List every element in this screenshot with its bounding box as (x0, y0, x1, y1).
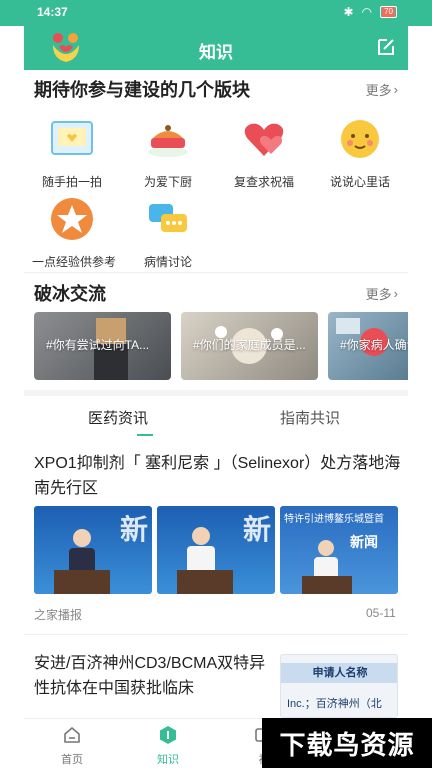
more-link[interactable]: 更多 › (366, 80, 398, 99)
icebreak-section-header: 破冰交流 更多 › (34, 280, 398, 306)
more-label: 更多 (365, 82, 392, 98)
module-label: 随手拍一拍 (41, 175, 102, 189)
edit-icon[interactable] (376, 37, 396, 57)
status-time: 14:37 (37, 5, 68, 19)
status-icons: ✱ ◠ 70 (344, 5, 397, 19)
article-title-line: 安进/百济神州CD3/BCMA双特异 (34, 655, 266, 672)
module-item-photo[interactable]: 随手拍一拍 (32, 116, 112, 190)
wifi-icon: ◠ (361, 5, 373, 19)
section-divider (24, 390, 408, 396)
tab-medical-news[interactable]: 医药资讯 (88, 407, 148, 428)
thumbnail-overlay-text: 特许引进博鳌乐城暨首 (284, 514, 384, 525)
watermark: 下载鸟资源 (262, 718, 432, 768)
content-tabs: 医药资讯 指南共识 (24, 400, 408, 440)
module-item-talk[interactable]: 说说心里话 (320, 116, 400, 190)
module-label: 一点经验供参考 (32, 255, 117, 269)
card-text: #你们的家庭成员是... (193, 338, 306, 352)
article-thumbnail[interactable]: 申请人名称 Inc.；百济神州（北 (280, 654, 398, 718)
battery-level: 70 (382, 7, 395, 17)
module-item-cooking[interactable]: 为爱下厨 (128, 116, 208, 190)
module-label: 复查求祝福 (233, 175, 294, 189)
icebreak-card[interactable]: #你们的家庭成员是... (181, 312, 318, 380)
article-title[interactable]: 安进/百济神州CD3/BCMA双特异 性抗体在中国获批临床 (34, 651, 274, 701)
article-date: 05-11 (366, 606, 396, 620)
home-icon (64, 726, 80, 743)
thumbnail-overlay-text: 新 (119, 514, 148, 545)
section-title: 破冰交流 (34, 284, 106, 304)
tab-guidelines[interactable]: 指南共识 (280, 407, 340, 428)
modules-section-header: 期待你参与建设的几个版块 更多 › (34, 76, 398, 102)
article-title-line: XPO1抑制剂「 塞利尼索 」（Selinexor）处方落地海 (34, 455, 401, 472)
bluetooth-icon: ✱ (343, 5, 354, 19)
knowledge-icon (160, 726, 176, 744)
card-text: #你家病人确诊... (340, 338, 408, 352)
battery-icon: 70 (380, 6, 397, 18)
article-thumbnail[interactable]: 特许引进博鳌乐城暨首 新闻 (280, 506, 398, 594)
module-label: 为爱下厨 (143, 175, 192, 189)
app-header: 知识 (24, 26, 408, 70)
star-icon (51, 198, 93, 240)
nav-label: 知识 (157, 754, 179, 766)
card-text: #你有尝试过向TA... (46, 338, 150, 352)
article-title-line: 南先行区 (34, 480, 99, 497)
more-link[interactable]: 更多 › (366, 284, 398, 303)
article-divider (24, 634, 408, 635)
nav-label: 首页 (61, 754, 83, 766)
photo-frame-icon (51, 121, 93, 155)
thumbnail-overlay-text: 新 (242, 514, 271, 545)
chevron-right-icon: › (393, 285, 398, 301)
page-title: 知识 (199, 43, 233, 62)
section-divider (24, 272, 408, 273)
hearts-icon (244, 123, 284, 156)
icebreak-card[interactable]: #你有尝试过向TA... (34, 312, 171, 380)
icebreak-card[interactable]: #你家病人确诊... (328, 312, 408, 380)
module-item-experience[interactable]: 一点经验供参考 (32, 196, 117, 270)
module-item-discussion[interactable]: 病情讨论 (128, 196, 208, 270)
article-thumbnail[interactable]: 新 (34, 506, 152, 594)
thumbnail-overlay-text: 新闻 (350, 534, 378, 550)
module-label: 病情讨论 (143, 255, 192, 269)
cooking-pot-icon (148, 125, 188, 157)
article-title-line: 性抗体在中国获批临床 (34, 680, 195, 697)
nav-knowledge[interactable]: 知识 (138, 725, 198, 767)
article-source: 之家播报 (34, 608, 83, 622)
section-title: 期待你参与建设的几个版块 (34, 80, 250, 100)
active-tab-indicator (137, 434, 153, 436)
status-bar: 14:37 ✱ ◠ 70 (0, 0, 432, 26)
smiley-face-icon (341, 120, 379, 158)
more-label: 更多 (365, 286, 392, 302)
thumbnail-overlay-text: 申请人名称 (281, 663, 397, 683)
nav-home[interactable]: 首页 (42, 725, 102, 767)
module-label: 说说心里话 (329, 175, 390, 189)
chevron-right-icon: › (393, 81, 398, 97)
chat-bubbles-icon (149, 204, 187, 232)
article-title[interactable]: XPO1抑制剂「 塞利尼索 」（Selinexor）处方落地海 南先行区 (34, 451, 404, 501)
thumbnail-overlay-text: Inc.；百济神州（北 (287, 698, 382, 710)
module-item-checkup[interactable]: 复查求祝福 (224, 116, 304, 190)
article-thumbnail[interactable]: 新 (157, 506, 275, 594)
